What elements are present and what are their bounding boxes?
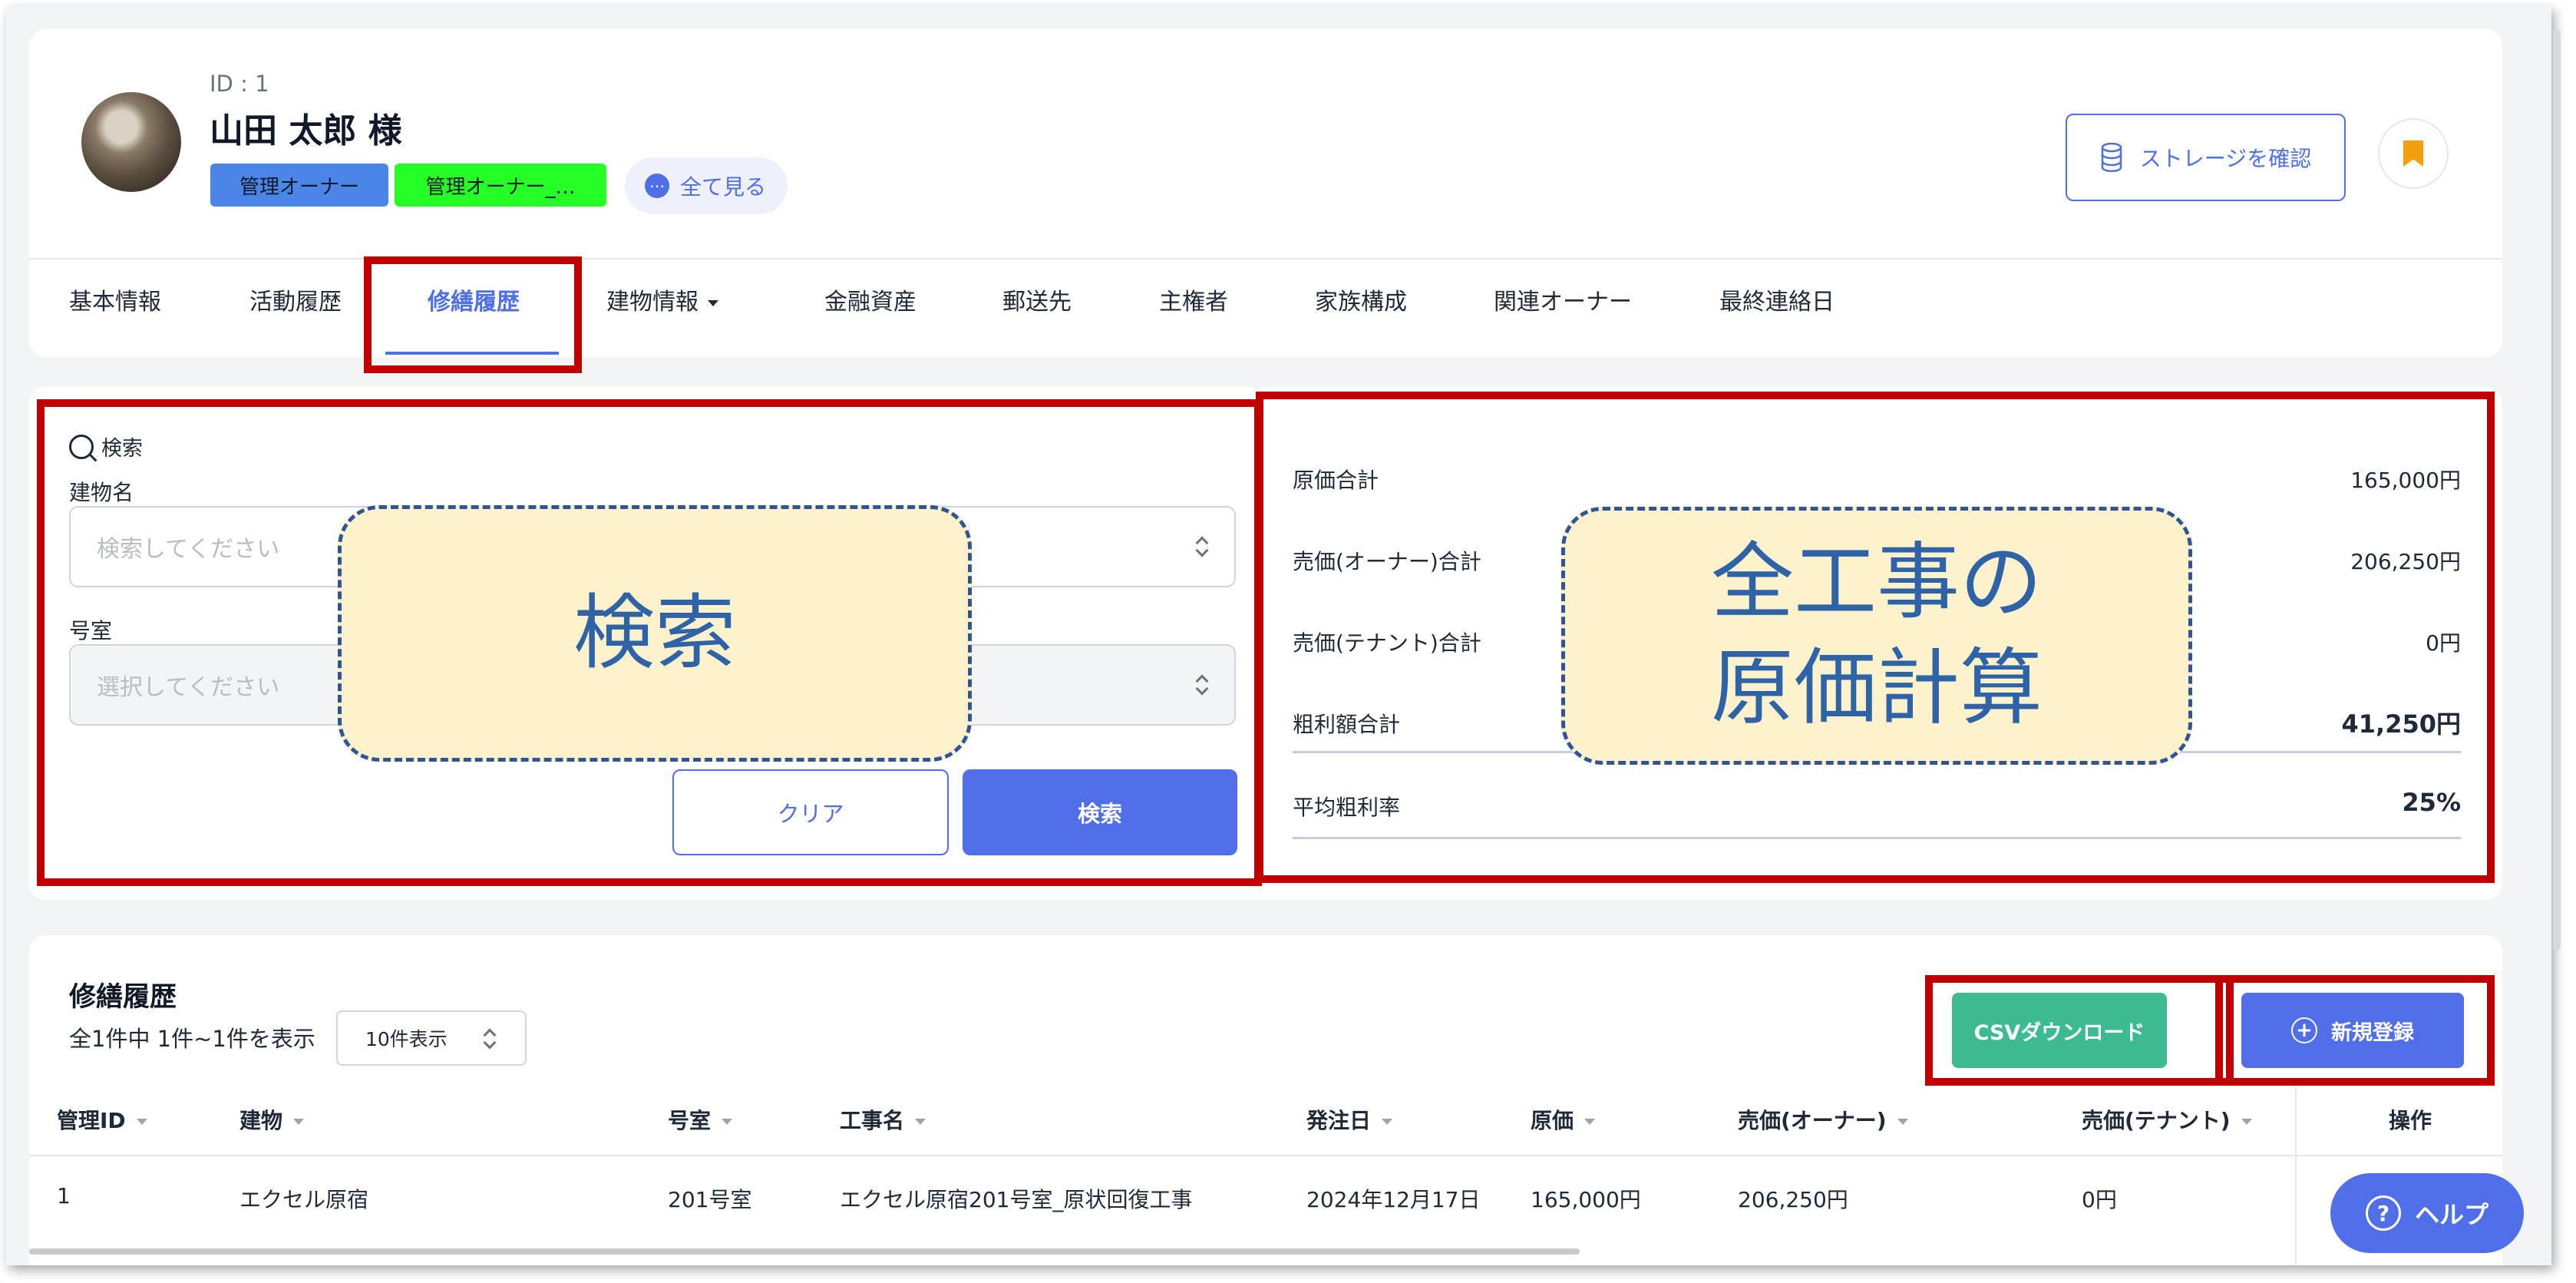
sort-icon [915, 1119, 926, 1125]
annotation-box-summary [1256, 392, 2495, 883]
cell-id: 1 [57, 1183, 71, 1209]
see-all-tags-button[interactable]: ⋯ 全て見る [625, 157, 788, 214]
column-header-id[interactable]: 管理ID [57, 1104, 147, 1135]
cell-room: 201号室 [668, 1187, 752, 1212]
help-button[interactable]: ? ヘルプ [2330, 1173, 2524, 1253]
column-header-tenant-price[interactable]: 売価(テナント) [2082, 1104, 2252, 1135]
tab-building-info-label: 建物情報 [606, 289, 698, 316]
more-dots-icon: ⋯ [645, 174, 669, 198]
column-header-label: 売価(テナント) [2082, 1108, 2231, 1133]
column-header-label: 号室 [668, 1108, 712, 1133]
check-storage-label: ストレージを確認 [2139, 146, 2312, 171]
annotation-box-tab [364, 256, 582, 373]
page-size-label: 10件表示 [365, 1028, 447, 1050]
sort-icon [136, 1119, 147, 1125]
owner-id: ID : 1 [210, 71, 269, 97]
sort-icon [1382, 1119, 1393, 1125]
updown-chevron-icon [484, 1026, 496, 1052]
annotation-box-csv [1925, 975, 2234, 1086]
help-label: ヘルプ [2414, 1200, 2488, 1229]
tab-mailing-address[interactable]: 郵送先 [1002, 283, 1072, 321]
owner-tag: 管理オーナー_… [395, 164, 606, 207]
annotation-box-search [37, 399, 1262, 886]
column-header-label: 原価 [1531, 1108, 1574, 1133]
column-header-label: 工事名 [840, 1108, 905, 1133]
column-header-label: 発注日 [1306, 1108, 1372, 1133]
cell-building: エクセル原宿 [239, 1187, 369, 1212]
column-header-cost[interactable]: 原価 [1531, 1104, 1596, 1135]
tab-family[interactable]: 家族構成 [1315, 283, 1407, 321]
column-header-label: 管理ID [57, 1108, 126, 1133]
column-header-order-date[interactable]: 発注日 [1306, 1104, 1393, 1135]
owner-name: 山田 太郎 様 [210, 111, 402, 150]
tab-building-info[interactable]: 建物情報 [606, 283, 718, 321]
tab-related-owners[interactable]: 関連オーナー [1494, 283, 1632, 321]
cell-work-name: エクセル原宿201号室_原状回復工事 [840, 1187, 1193, 1212]
cell-tenant-price: 0円 [2082, 1187, 2117, 1212]
sort-icon [293, 1119, 305, 1125]
avatar [81, 92, 181, 192]
database-icon [2101, 143, 2122, 172]
tab-basic-info[interactable]: 基本情報 [69, 283, 161, 321]
bookmark-button[interactable] [2378, 118, 2449, 189]
column-header-room[interactable]: 号室 [668, 1104, 733, 1135]
column-header-operations: 操作 [2389, 1108, 2432, 1133]
cell-order-date: 2024年12月17日 [1306, 1187, 1481, 1212]
repair-history-title: 修繕履歴 [69, 982, 177, 1013]
owner-tag: 管理オーナー [210, 164, 388, 207]
column-header-building[interactable]: 建物 [239, 1104, 305, 1135]
tab-last-contact[interactable]: 最終連絡日 [1719, 283, 1835, 321]
result-count: 全1件中 1件~1件を表示 [69, 1026, 315, 1052]
table-horizontal-scrollbar[interactable] [29, 1248, 1580, 1255]
tab-principal[interactable]: 主権者 [1159, 283, 1228, 321]
sort-icon [722, 1119, 733, 1125]
column-header-work-name[interactable]: 工事名 [840, 1104, 926, 1135]
sort-icon [2241, 1119, 2252, 1125]
see-all-label: 全て見る [680, 174, 767, 200]
header-row-divider [2297, 1155, 2502, 1156]
page-size-select[interactable]: 10件表示 [336, 1010, 527, 1066]
app-window: ID : 1 山田 太郎 様 管理オーナー 管理オーナー_… ⋯ 全て見る スト… [6, 6, 2561, 1265]
cell-owner-price: 206,250円 [1738, 1187, 1848, 1212]
tab-financial-assets[interactable]: 金融資産 [824, 283, 916, 321]
column-header-label: 売価(オーナー) [1738, 1108, 1887, 1133]
sort-icon [1584, 1119, 1596, 1125]
cell-cost: 165,000円 [1531, 1187, 1641, 1212]
caret-down-icon [708, 299, 718, 306]
header-row-divider [29, 1155, 2502, 1156]
page-vertical-scrollbar[interactable] [2553, 29, 2561, 951]
column-header-label: 建物 [239, 1108, 283, 1133]
tab-activity-history[interactable]: 活動履歴 [249, 283, 342, 321]
column-header-owner-price[interactable]: 売価(オーナー) [1738, 1104, 1908, 1135]
annotation-box-new [2215, 975, 2495, 1086]
question-icon: ? [2365, 1195, 2401, 1231]
sort-icon [1897, 1119, 1908, 1125]
bookmark-icon [2403, 141, 2423, 167]
check-storage-button[interactable]: ストレージを確認 [2066, 114, 2346, 201]
